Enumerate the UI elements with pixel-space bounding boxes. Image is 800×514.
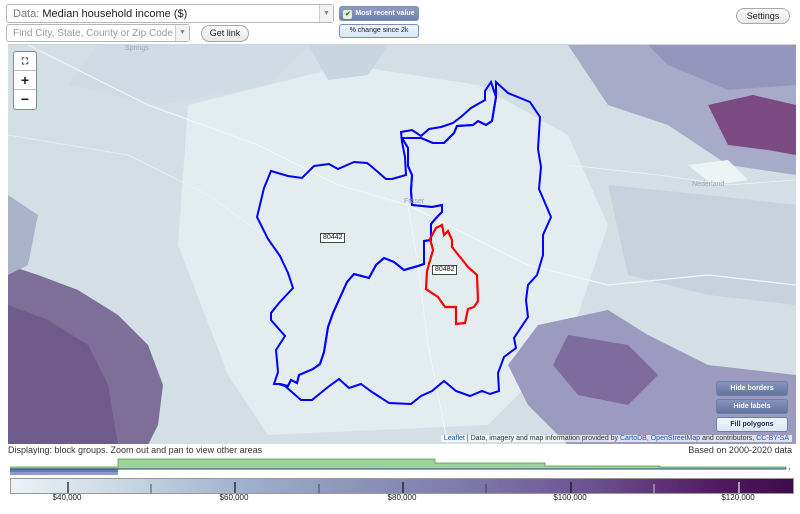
hide-borders-button[interactable]: Hide borders bbox=[716, 381, 788, 396]
legend-tick-label: $40,000 bbox=[52, 493, 82, 502]
zoom-control: ⛶ + − bbox=[13, 51, 37, 110]
zip-label-80482[interactable]: 80482 bbox=[432, 265, 458, 275]
map-attribution: Leaflet | Data, imagery and map informat… bbox=[440, 435, 792, 442]
checkmark-icon: ✔ bbox=[343, 10, 353, 19]
license-link[interactable]: CC-BY-SA bbox=[756, 435, 789, 442]
data-select[interactable]: Data: Median household income ($) ▼ bbox=[6, 4, 334, 23]
legend-color-bar bbox=[10, 478, 794, 494]
legend-tick-label: $60,000 bbox=[219, 493, 249, 502]
place-label-nederland: Nederland bbox=[692, 181, 725, 188]
search-placeholder: Find City, State, County or Zip Code bbox=[13, 28, 173, 39]
hide-labels-button[interactable]: Hide labels bbox=[716, 399, 788, 414]
leaflet-link[interactable]: Leaflet bbox=[444, 435, 465, 442]
histogram-selected bbox=[10, 472, 118, 475]
legend-tick-label: $120,000 bbox=[721, 493, 755, 502]
zoom-in-button[interactable]: + bbox=[14, 71, 36, 90]
histogram-green bbox=[10, 458, 787, 470]
data-select-value: Median household income ($) bbox=[42, 8, 188, 20]
get-link-button[interactable]: Get link bbox=[201, 25, 249, 42]
pct-change-button[interactable]: % change since 2k bbox=[339, 24, 419, 38]
legend-tick-label: $100,000 bbox=[553, 493, 587, 502]
fill-polygons-button[interactable]: Fill polygons bbox=[716, 417, 788, 432]
zoom-out-button[interactable]: − bbox=[14, 90, 36, 109]
map-view[interactable]: 80442 80482 Springs Fraser Nederland Hid… bbox=[8, 44, 796, 444]
place-label-fraser: Fraser bbox=[404, 198, 425, 205]
app: Data: Median household income ($) ▼ Find… bbox=[0, 0, 800, 514]
cartodb-link[interactable]: CartoDB bbox=[620, 435, 647, 442]
attribution-text: | Data, imagery and map information prov… bbox=[464, 435, 620, 442]
settings-button[interactable]: Settings bbox=[736, 8, 790, 24]
legend-tick-label: $80,000 bbox=[387, 493, 417, 502]
attribution-text: and contributors, bbox=[700, 435, 757, 442]
most-recent-label: Most recent value bbox=[355, 10, 415, 17]
data-select-label: Data: bbox=[13, 8, 40, 20]
most-recent-button[interactable]: ✔ Most recent value bbox=[339, 6, 419, 21]
based-on-text: Based on 2000-2020 data bbox=[688, 445, 792, 455]
status-text: Displaying: block groups. Zoom out and p… bbox=[8, 445, 263, 455]
osm-link[interactable]: OpenStreetMap bbox=[651, 435, 700, 442]
distribution-histogram: › bbox=[10, 458, 791, 475]
search-input[interactable]: Find City, State, County or Zip Code ▼ bbox=[6, 24, 190, 42]
zip-label-80442[interactable]: 80442 bbox=[320, 233, 346, 243]
chevron-right-icon: › bbox=[788, 465, 791, 473]
chevron-down-icon[interactable]: ▼ bbox=[319, 5, 333, 22]
map-canvas bbox=[8, 45, 796, 444]
fit-bounds-icon[interactable]: ⛶ bbox=[14, 52, 36, 71]
place-label-springs: Springs bbox=[125, 45, 149, 52]
chevron-down-icon[interactable]: ▼ bbox=[175, 25, 189, 41]
